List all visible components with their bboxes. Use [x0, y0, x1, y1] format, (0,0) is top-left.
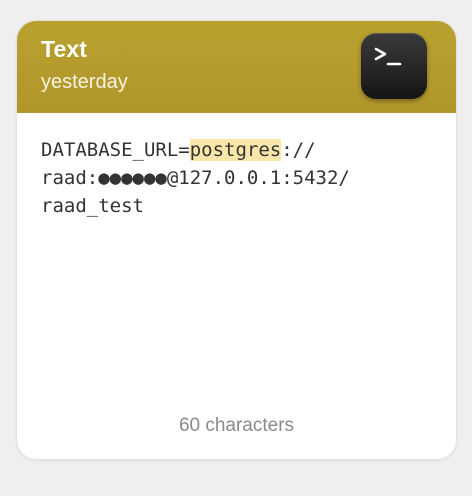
card-title: Text — [41, 36, 87, 62]
text-line-2: raad:●●●●●●@127.0.0.1:5432/ — [41, 167, 350, 189]
text-suffix: :// — [281, 139, 316, 161]
text-line-1: DATABASE_URL=postgres:// — [41, 136, 361, 164]
clipboard-text: DATABASE_URL=postgres:// raad:●●●●●●@127… — [41, 136, 361, 220]
clipboard-card[interactable]: Text yesterday DATABASE_URL=postgres:// … — [16, 20, 457, 460]
card-timestamp: yesterday — [41, 71, 128, 93]
card-header: Text yesterday — [17, 21, 456, 113]
search-highlight: postgres — [189, 139, 282, 161]
character-count: 60 characters — [178, 415, 295, 436]
text-prefix: DATABASE_URL= — [41, 139, 190, 161]
text-line-3: raad_test — [41, 195, 144, 217]
terminal-icon — [361, 33, 427, 99]
